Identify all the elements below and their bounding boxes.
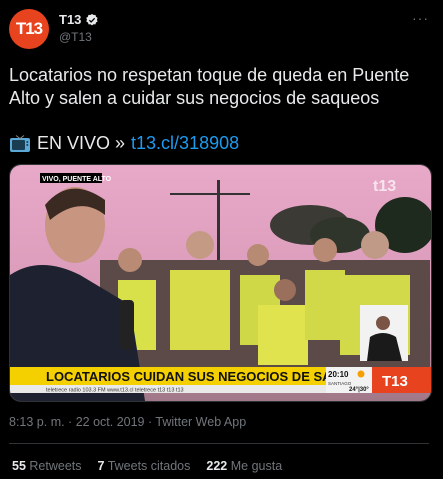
ticker-text: teletrece radio 103.3 FM www.t13.cl tele…: [46, 388, 184, 394]
live-line: EN VIVO » t13.cl/318908: [9, 132, 239, 155]
likes-stat[interactable]: 222 Me gusta: [206, 459, 282, 473]
divider: [9, 443, 429, 444]
quotes-count: 7: [97, 459, 105, 473]
vest: [305, 270, 345, 340]
verified-icon: [86, 13, 99, 25]
vest: [170, 270, 230, 350]
face: [118, 248, 142, 272]
display-name[interactable]: T13: [59, 12, 81, 27]
clock-text: 20:10: [328, 370, 349, 379]
face: [274, 279, 296, 301]
live-link[interactable]: t13.cl/318908: [131, 132, 239, 155]
tv-icon: [10, 134, 30, 152]
tweet-media-video[interactable]: VIVO, PUENTE ALTO t13 LOCATARIOS CUIDAN …: [9, 164, 432, 402]
quotes-stat[interactable]: 7 Tweets citados: [98, 459, 191, 473]
retweets-label: Retweets: [29, 459, 82, 473]
handle[interactable]: @T13: [59, 30, 92, 44]
face: [361, 231, 389, 259]
face: [313, 238, 337, 262]
live-prefix: EN VIVO »: [37, 133, 126, 153]
city-text: SANTIAGO: [328, 381, 352, 386]
channel-watermark: t13: [373, 178, 396, 195]
video-frame: VIVO, PUENTE ALTO t13 LOCATARIOS CUIDAN …: [10, 165, 431, 401]
face: [186, 231, 214, 259]
face: [247, 244, 269, 266]
more-icon[interactable]: ···: [412, 10, 429, 26]
channel-logo-text: T13: [382, 373, 408, 390]
tweet-text: Locatarios no respetan toque de queda en…: [9, 65, 410, 108]
temperature-text: 24°|30°: [349, 387, 369, 393]
likes-count: 222: [206, 459, 228, 473]
avatar-logo-text: T13: [15, 19, 43, 38]
microphone: [120, 300, 134, 350]
author-name-row[interactable]: T13: [59, 12, 99, 27]
vest: [258, 305, 308, 365]
live-location-label: VIVO, PUENTE ALTO: [42, 176, 112, 183]
avatar[interactable]: T13: [9, 9, 49, 49]
retweets-count: 55: [12, 459, 26, 473]
tweet-stats: 55 Retweets 7 Tweets citados 222 Me gust…: [12, 459, 282, 473]
tweet-timestamp[interactable]: 8:13 p. m. · 22 oct. 2019 · Twitter Web …: [9, 415, 246, 429]
sun-icon: [357, 370, 365, 378]
interpreter-face: [376, 316, 390, 330]
retweets-stat[interactable]: 55 Retweets: [12, 459, 82, 473]
likes-label: Me gusta: [230, 459, 283, 473]
quotes-label: Tweets citados: [107, 459, 191, 473]
street-pole-arm: [170, 193, 250, 195]
